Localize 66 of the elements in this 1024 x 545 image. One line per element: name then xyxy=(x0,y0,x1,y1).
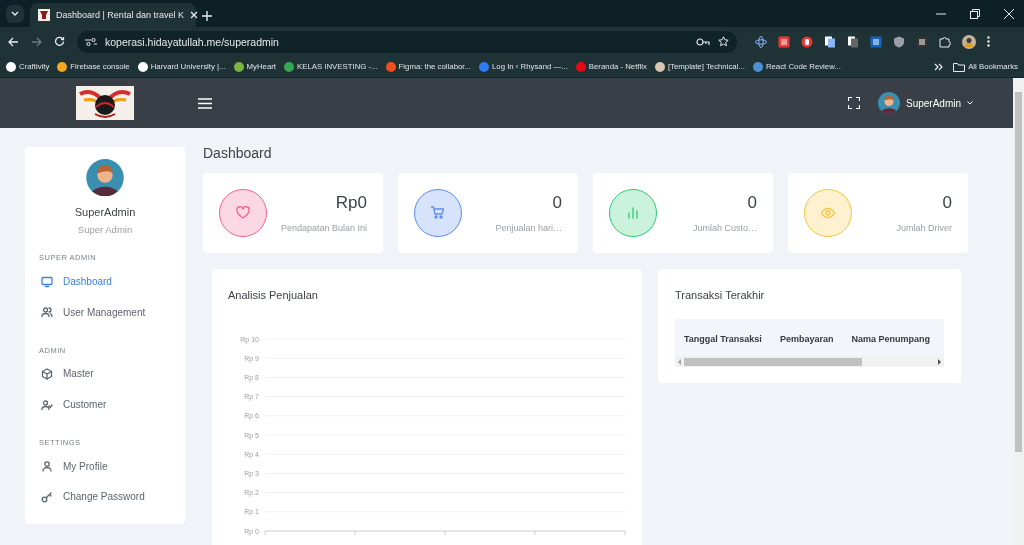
forward-icon[interactable] xyxy=(31,36,42,47)
horizontal-scrollbar[interactable] xyxy=(675,356,944,367)
stat-value: Rp0 xyxy=(335,193,367,213)
sidebar-item[interactable]: User Management xyxy=(39,297,171,328)
sidebar-item[interactable]: Master xyxy=(39,358,171,390)
extension-icon[interactable] xyxy=(801,35,813,48)
new-tab-icon[interactable] xyxy=(202,11,212,21)
heart-icon xyxy=(236,206,250,220)
close-icon[interactable] xyxy=(1004,9,1014,19)
column-header[interactable]: Nama Penumpang xyxy=(851,334,930,344)
address-bar[interactable]: koperasi.hidayatullah.me/superadmin xyxy=(77,30,737,53)
chevron-down-icon xyxy=(11,11,19,17)
sidebar-item[interactable]: Change Password xyxy=(39,481,171,512)
scrollbar[interactable] xyxy=(1013,78,1024,545)
menu-icon[interactable] xyxy=(198,97,212,109)
browser-tab[interactable]: Dashboard | Rental dan travel K xyxy=(30,3,196,27)
extension-icon[interactable] xyxy=(824,35,836,48)
avatar-icon xyxy=(877,92,900,114)
column-header[interactable]: Pembayaran xyxy=(779,334,834,344)
extension-icon[interactable] xyxy=(847,35,859,48)
reload-icon[interactable] xyxy=(54,36,65,47)
fullscreen-icon[interactable] xyxy=(847,97,860,109)
stat-label: Jumlah Custo… xyxy=(692,223,757,233)
eye-icon xyxy=(821,206,835,220)
stat-label: Penjualan hari… xyxy=(495,223,562,233)
page-title: Dashboard xyxy=(203,145,273,161)
users-icon xyxy=(41,306,53,319)
close-icon[interactable] xyxy=(189,11,198,19)
column-header[interactable]: Tanggal Transaksi xyxy=(684,334,762,344)
stat-label: Jumlah Driver xyxy=(896,223,952,233)
extension-icon[interactable] xyxy=(870,35,882,48)
table-title: Transaksi Terakhir xyxy=(675,289,765,301)
user-check-icon xyxy=(41,398,53,411)
sidebar-item[interactable]: Dashboard xyxy=(39,266,171,298)
caret-icon xyxy=(967,101,973,105)
sidebar-item[interactable]: My Profile xyxy=(39,450,171,482)
avatar-icon xyxy=(86,159,124,197)
sidebar-item[interactable]: Customer xyxy=(39,389,171,420)
folder-icon xyxy=(953,61,966,72)
double-chevron-icon[interactable] xyxy=(934,62,944,71)
extension-icon[interactable] xyxy=(778,35,790,48)
star-icon[interactable] xyxy=(718,36,729,47)
cart-icon xyxy=(431,206,445,220)
stat-label: Pendapatan Bulan Ini xyxy=(280,223,367,233)
more-icon[interactable] xyxy=(987,36,990,47)
stat-value: 0 xyxy=(942,193,952,213)
key-icon[interactable] xyxy=(696,37,710,46)
profile-avatar-icon[interactable] xyxy=(962,34,976,49)
logo-drawing xyxy=(76,86,134,120)
profile-name: SuperAdmin xyxy=(74,206,136,219)
puzzle-icon[interactable] xyxy=(939,35,951,48)
favicon-icon xyxy=(38,9,50,21)
chart-title: Analisis Penjualan xyxy=(227,289,318,301)
back-icon[interactable] xyxy=(8,36,19,47)
bar-chart-icon xyxy=(626,206,640,220)
profile-role: Super Admin xyxy=(77,224,133,236)
restore-icon[interactable] xyxy=(970,9,980,19)
key-icon xyxy=(41,490,53,503)
user-menu[interactable]: SuperAdmin xyxy=(877,92,973,114)
tab-list-button[interactable] xyxy=(6,5,24,23)
stat-value: 0 xyxy=(552,193,562,213)
stat-value: 0 xyxy=(747,193,757,213)
monitor-icon xyxy=(41,275,53,288)
user-icon xyxy=(41,460,53,473)
site-settings-icon xyxy=(85,36,97,47)
cube-icon xyxy=(41,367,53,380)
